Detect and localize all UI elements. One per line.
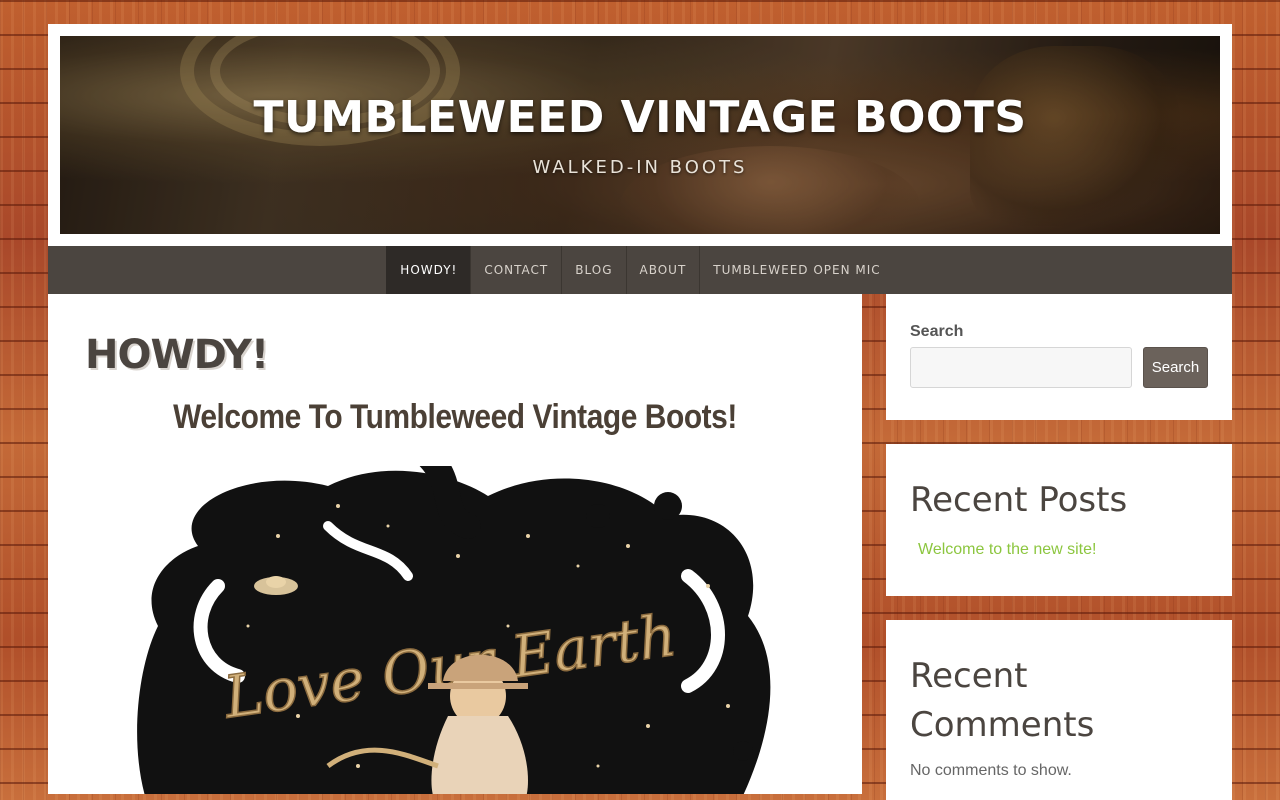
recent-posts-title: Recent Posts [910, 480, 1128, 520]
search-input[interactable] [910, 347, 1132, 388]
nav-item-contact[interactable]: CONTACT [470, 246, 561, 294]
nav-item-open-mic[interactable]: TUMBLEWEED OPEN MIC [699, 246, 893, 294]
recent-comments-title: Recent Comments [910, 656, 1095, 745]
nav-item-howdy[interactable]: HOWDY! [386, 246, 471, 294]
love-our-earth-illustration: Love Our Earth [137, 466, 771, 794]
search-button[interactable]: Search [1143, 347, 1208, 388]
site-container: TUMBLEWEED VINTAGE BOOTS WALKED-IN BOOTS… [48, 24, 1232, 294]
nav-menu: HOWDY! CONTACT BLOG ABOUT TUMBLEWEED OPE… [386, 246, 893, 294]
recent-post-link[interactable]: Welcome to the new site! [918, 541, 1096, 559]
recent-posts-widget: Recent Posts Welcome to the new site! [886, 444, 1232, 596]
welcome-heading: Welcome To Tumbleweed Vintage Boots! [173, 398, 737, 436]
header-banner-image[interactable]: TUMBLEWEED VINTAGE BOOTS WALKED-IN BOOTS [60, 36, 1220, 234]
recent-comments-widget: Recent Comments No comments to show. [886, 620, 1232, 800]
site-tagline: WALKED-IN BOOTS [532, 157, 748, 178]
main-content: HOWDY! Welcome To Tumbleweed Vintage Boo… [48, 294, 862, 794]
main-navigation: HOWDY! CONTACT BLOG ABOUT TUMBLEWEED OPE… [48, 246, 1232, 294]
site-title[interactable]: TUMBLEWEED VINTAGE BOOTS [60, 92, 1220, 143]
site-header: TUMBLEWEED VINTAGE BOOTS WALKED-IN BOOTS [48, 24, 1232, 246]
search-label: Search [910, 323, 964, 340]
nav-item-blog[interactable]: BLOG [561, 246, 625, 294]
page-title: HOWDY! [85, 332, 269, 378]
search-widget: Search Search [886, 294, 1232, 420]
no-comments-text: No comments to show. [910, 762, 1072, 779]
nav-item-about[interactable]: ABOUT [625, 246, 700, 294]
